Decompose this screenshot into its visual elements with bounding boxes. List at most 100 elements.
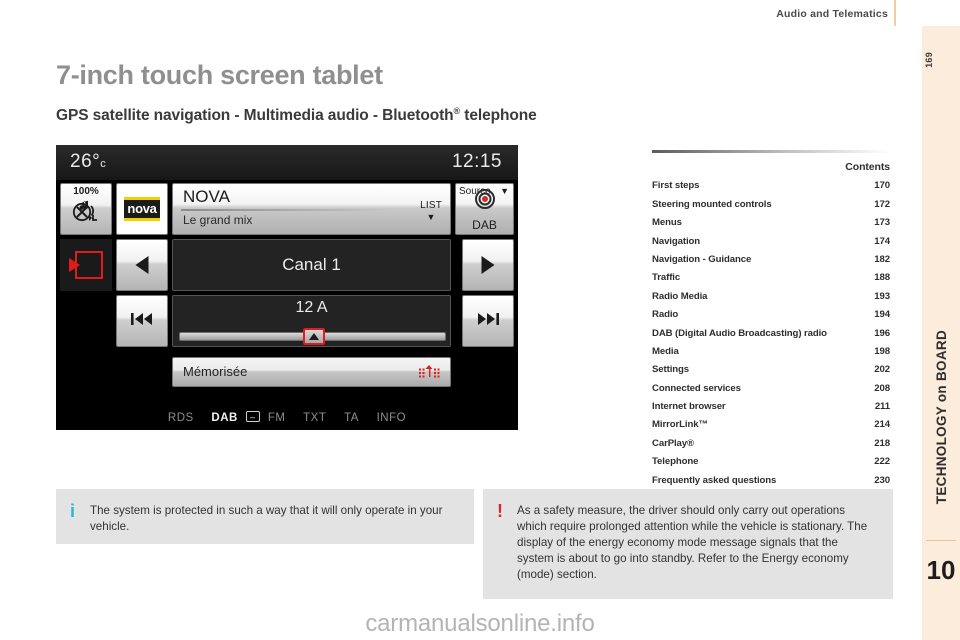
contents-label: Telephone <box>652 456 699 468</box>
contents-page: 188 <box>874 272 890 284</box>
page-subtitle-tail: telephone <box>460 107 537 125</box>
channel-display[interactable]: Canal 1 <box>172 239 451 291</box>
dab-fm-switch-icon[interactable]: – <box>245 411 260 422</box>
skip-next-icon-svg <box>478 313 499 325</box>
arrow-right-icon <box>481 256 495 274</box>
page-subtitle: GPS satellite navigation - Multimedia au… <box>56 106 537 125</box>
header-divider <box>894 0 896 26</box>
signal-bars-icon-svg <box>419 365 440 378</box>
temperature-unit: c <box>100 158 107 170</box>
dab-ring-core <box>481 196 488 202</box>
status-dab[interactable]: DAB <box>211 412 237 424</box>
status-txt[interactable]: TXT <box>303 412 326 424</box>
contents-row[interactable]: DAB (Digital Audio Broadcasting) radio 1… <box>652 328 890 339</box>
contents-row[interactable]: First steps 170 <box>652 180 890 191</box>
slider-cursor-up[interactable] <box>303 328 326 345</box>
contents-row[interactable]: Radio Media 193 <box>652 291 890 302</box>
station-info-panel[interactable]: NOVA Le grand mix LIST ▼ <box>172 183 451 235</box>
chevron-down-icon: ▼ <box>500 186 509 196</box>
page-subtitle-main: GPS satellite navigation - Multimedia au… <box>56 107 454 125</box>
contents-row[interactable]: MirrorLink™ 214 <box>652 419 890 430</box>
arrow-left-icon <box>135 256 149 274</box>
temperature-value: 26° <box>70 151 101 172</box>
contents-row[interactable]: Radio 194 <box>652 309 890 320</box>
status-ta[interactable]: TA <box>344 412 359 424</box>
tablet-row-middle: Canal 1 <box>56 239 518 291</box>
contents-label: First steps <box>652 180 700 192</box>
contents-row[interactable]: Navigation - Guidance 182 <box>652 254 890 265</box>
mute-audio-icon-svg <box>72 200 97 222</box>
contents-title: Contents <box>845 161 890 173</box>
contents-page: 222 <box>874 456 890 468</box>
contents-label: MirrorLink™ <box>652 419 708 431</box>
contents-row[interactable]: Settings 202 <box>652 364 890 375</box>
contents-row[interactable]: Navigation 174 <box>652 236 890 247</box>
status-fm[interactable]: FM <box>268 412 286 424</box>
station-divider <box>181 209 391 211</box>
status-rds[interactable]: RDS <box>168 412 194 424</box>
info-note-text: The system is protected in such a way th… <box>90 504 443 533</box>
header-title: Audio and Telematics <box>776 8 888 20</box>
contents-row[interactable]: Telephone 222 <box>652 456 890 467</box>
contents-label: Settings <box>652 364 690 376</box>
contents-panel: Contents First steps 170 Steering mounte… <box>652 150 890 486</box>
source-button[interactable]: Source ▼ DAB <box>455 183 514 235</box>
tablet-status-strip: RDS DAB – FM TXT TA INFO <box>56 411 518 424</box>
contents-row[interactable]: Internet browser 211 <box>652 401 890 412</box>
skip-previous-icon <box>130 311 154 331</box>
contents-label: Navigation - Guidance <box>652 253 752 265</box>
site-watermark: carmanualsonline.info <box>365 610 595 637</box>
contents-row[interactable]: Frequently asked questions 230 <box>652 475 890 486</box>
next-track-button[interactable] <box>462 295 514 347</box>
frequency-display[interactable]: 12 A <box>172 295 451 347</box>
contents-row[interactable]: Menus 173 <box>652 217 890 228</box>
contents-row[interactable]: Steering mounted controls 172 <box>652 199 890 210</box>
contents-row[interactable]: Traffic 188 <box>652 272 890 283</box>
contents-label: Navigation <box>652 235 701 247</box>
contents-label: Media <box>652 345 679 357</box>
station-name: NOVA <box>183 187 230 206</box>
contents-page: 193 <box>874 290 890 302</box>
contents-page: 202 <box>874 364 890 376</box>
tablet-status-bar: 26°c 12:15 <box>56 145 518 181</box>
clock-display: 12:15 <box>451 151 502 172</box>
skip-next-icon <box>476 311 500 331</box>
signal-bars-icon <box>418 364 440 380</box>
station-logo: nova <box>116 183 168 235</box>
contents-page: 182 <box>874 253 890 265</box>
contents-label: CarPlay® <box>652 437 695 449</box>
contents-label: Internet browser <box>652 401 726 413</box>
frequency-label: 12 A <box>295 299 328 316</box>
contents-row[interactable]: Connected services 208 <box>652 383 890 394</box>
station-list-button[interactable]: LIST ▼ <box>420 201 442 222</box>
mute-audio-icon <box>61 198 111 226</box>
sidebar-divider <box>926 540 956 541</box>
contents-page: 174 <box>874 235 890 247</box>
station-subtitle: Le grand mix <box>183 213 253 227</box>
next-button[interactable] <box>462 239 514 291</box>
contents-label: Steering mounted controls <box>652 198 772 210</box>
outside-temperature: 26°c <box>70 151 106 173</box>
contents-label: Radio Media <box>652 290 708 302</box>
back-arrow <box>69 258 80 272</box>
previous-button[interactable] <box>116 239 168 291</box>
contents-label: Frequently asked questions <box>652 474 777 486</box>
tablet-row-tuning: 12 A <box>56 295 518 351</box>
info-icon: i <box>70 501 76 521</box>
sidebar-section-label: TECHNOLOGY on BOARD <box>922 310 960 525</box>
sidebar-chapter-number: 10 <box>926 554 956 585</box>
memorised-button[interactable]: Mémorisée <box>172 357 451 387</box>
previous-track-button[interactable] <box>116 295 168 347</box>
sidebar-page-number: 169 <box>924 52 934 68</box>
contents-label: Connected services <box>652 382 741 394</box>
volume-percent-label: 100% <box>73 186 99 197</box>
contents-row[interactable]: Media 198 <box>652 346 890 357</box>
source-value: DAB <box>472 218 497 232</box>
warning-icon: ! <box>497 501 503 521</box>
back-button[interactable] <box>60 239 112 291</box>
status-info[interactable]: INFO <box>377 412 406 424</box>
contents-page: 198 <box>874 345 890 357</box>
warning-note-box: ! As a safety measure, the driver should… <box>483 489 893 599</box>
contents-row[interactable]: CarPlay® 218 <box>652 438 890 449</box>
mute-button[interactable]: 100% <box>60 183 112 235</box>
